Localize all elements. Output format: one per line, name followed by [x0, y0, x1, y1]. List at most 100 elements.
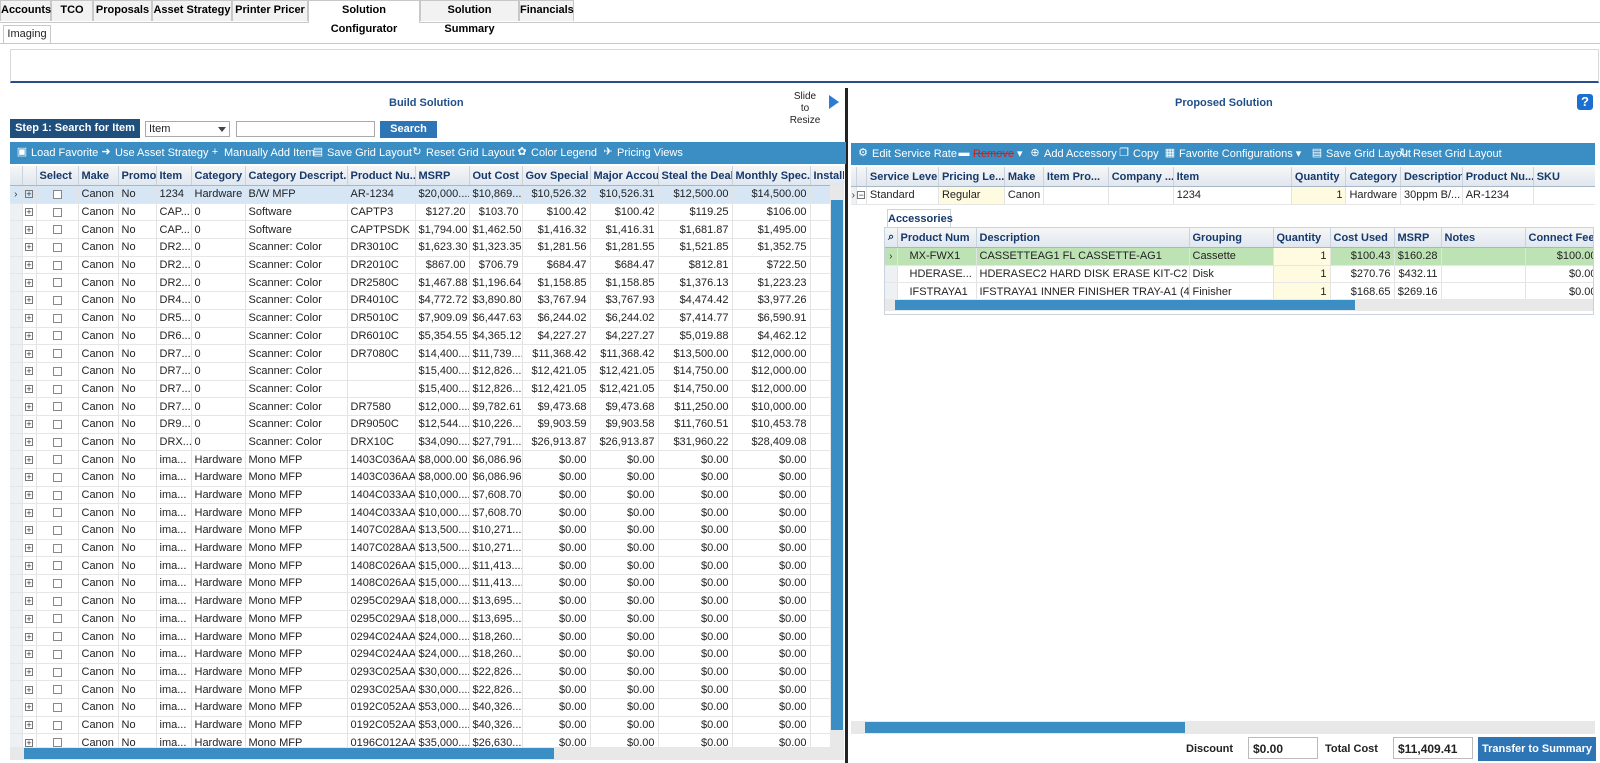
cell-steal-the-deal[interactable]: $0.00: [658, 556, 733, 576]
select-checkbox[interactable]: [36, 203, 79, 222]
cell-product-number[interactable]: [347, 380, 416, 399]
cell-out-cost[interactable]: $40,326....: [469, 716, 523, 735]
cell-out-cost[interactable]: $1,462.50: [469, 220, 523, 240]
col-header-quantity[interactable]: Quantity: [1291, 167, 1347, 187]
cell-gov-special[interactable]: $0.00: [522, 645, 591, 664]
cell-monthly-special[interactable]: $0.00: [732, 486, 811, 505]
cell-promo[interactable]: No: [118, 397, 157, 416]
select-checkbox[interactable]: [36, 610, 79, 629]
cell-out-cost[interactable]: $12,826....: [469, 380, 523, 399]
cell-monthly-special[interactable]: $0.00: [732, 503, 811, 523]
cell-description[interactable]: 30ppm B/...: [1400, 186, 1463, 205]
cell-out-cost[interactable]: $12,826....: [469, 362, 523, 381]
cell-msrp[interactable]: $30,000....: [415, 663, 470, 682]
tab-tco[interactable]: TCO: [51, 0, 93, 21]
acc-col-header-description[interactable]: Description: [976, 228, 1190, 248]
acc-cell-cost-used[interactable]: $100.43: [1330, 247, 1395, 266]
accessories-horizontal-scrollbar[interactable]: [885, 299, 1593, 311]
cell-monthly-special[interactable]: $0.00: [732, 716, 811, 735]
cell-steal-the-deal[interactable]: $0.00: [658, 450, 733, 469]
cell-item[interactable]: ima...: [156, 503, 192, 523]
select-checkbox[interactable]: [36, 468, 79, 487]
cell-category[interactable]: Hardware: [191, 610, 246, 629]
search-input[interactable]: [236, 121, 375, 137]
cell-out-cost[interactable]: $103.70: [469, 203, 523, 222]
cell-make[interactable]: Canon: [78, 238, 119, 257]
cell-item-program[interactable]: [1043, 186, 1109, 205]
cell-make[interactable]: Canon: [78, 203, 119, 222]
cell-make[interactable]: Canon: [78, 256, 119, 275]
build-grid-row[interactable]: + Canon No DRX... 0 Scanner: Color DRX10C $34,0…: [10, 433, 844, 452]
build-grid-row[interactable]: + Canon No DR4... 0 Scanner: Color DR4010C $4,7…: [10, 291, 844, 310]
build-grid-row[interactable]: + Canon No ima... Hardware Mono MFP 0196C012AA…: [10, 733, 844, 747]
cell-gov-special[interactable]: $12,421.05: [522, 362, 591, 381]
col-header-sku[interactable]: SKU: [1533, 167, 1595, 187]
select-checkbox[interactable]: [36, 663, 79, 682]
cell-product-number[interactable]: DR7580: [347, 397, 416, 416]
cell-category-description[interactable]: Mono MFP: [245, 556, 348, 576]
build-grid-row[interactable]: + Canon No ima... Hardware Mono MFP 1407C028AA…: [10, 521, 844, 540]
cell-msrp[interactable]: $1,623.30: [415, 238, 470, 257]
cell-make[interactable]: Canon: [78, 309, 119, 328]
cell-product-number[interactable]: 1407C028AA: [347, 539, 416, 558]
cell-msrp[interactable]: $1,794.00: [415, 220, 470, 240]
cell-msrp[interactable]: $1,467.88: [415, 273, 470, 293]
search-button[interactable]: Search: [380, 121, 437, 138]
search-type-select[interactable]: Item: [145, 121, 230, 137]
cell-out-cost[interactable]: $706.79: [469, 256, 523, 275]
cell-major-account[interactable]: $0.00: [590, 645, 659, 664]
save-grid-layout-button[interactable]: ▤ Save Grid Layout: [312, 146, 412, 160]
cell-gov-special[interactable]: $0.00: [522, 610, 591, 629]
cell-company[interactable]: [1108, 186, 1174, 205]
cell-category-description[interactable]: Software: [245, 220, 348, 240]
build-grid-row[interactable]: + Canon No DR2... 0 Scanner: Color DR2580C $1,4…: [10, 273, 844, 293]
cell-item[interactable]: ima...: [156, 592, 192, 611]
acc-cell-notes[interactable]: [1441, 282, 1526, 299]
cell-promo[interactable]: No: [118, 344, 157, 363]
accessory-row[interactable]: › MX-FWX1 CASSETTEAG1 FL CASSETTE-AG1 Casse…: [885, 247, 1593, 266]
build-grid-row[interactable]: + Canon No ima... Hardware Mono MFP 0294C024AA…: [10, 627, 844, 646]
acc-cell-grouping[interactable]: Disk: [1189, 265, 1274, 284]
cell-gov-special[interactable]: $0.00: [522, 556, 591, 576]
build-grid-row[interactable]: + Canon No DR5... 0 Scanner: Color DR5010C $7,9…: [10, 309, 844, 328]
cell-product-number[interactable]: 1408C026AA: [347, 556, 416, 576]
cell-category[interactable]: 0: [191, 291, 246, 310]
cell-category-description[interactable]: Scanner: Color: [245, 415, 348, 434]
cell-promo[interactable]: No: [118, 521, 157, 540]
cell-major-account[interactable]: $0.00: [590, 521, 659, 540]
cell-category[interactable]: 0: [191, 203, 246, 222]
cell-item[interactable]: ima...: [156, 627, 192, 646]
cell-make[interactable]: Canon: [1004, 186, 1044, 205]
cell-category-description[interactable]: Mono MFP: [245, 627, 348, 646]
favorite-configurations-button[interactable]: ▦ Favorite Configurations ▾: [1164, 147, 1302, 161]
select-checkbox[interactable]: [36, 238, 79, 257]
cell-item[interactable]: ima...: [156, 733, 192, 747]
expand-row-button[interactable]: +: [22, 256, 37, 275]
col-header-product-number[interactable]: Product Nu...: [347, 166, 416, 186]
cell-item[interactable]: DR7...: [156, 397, 192, 416]
select-checkbox[interactable]: [36, 539, 79, 558]
cell-steal-the-deal[interactable]: $14,750.00: [658, 380, 733, 399]
cell-promo[interactable]: No: [118, 663, 157, 682]
cell-out-cost[interactable]: $11,413....: [469, 556, 523, 576]
select-checkbox[interactable]: [36, 592, 79, 611]
cell-msrp[interactable]: $24,000....: [415, 645, 470, 664]
cell-major-account[interactable]: $100.42: [590, 203, 659, 222]
build-grid-row[interactable]: + Canon No ima... Hardware Mono MFP 1408C026AA…: [10, 574, 844, 593]
color-legend-button[interactable]: ✿ Color Legend: [516, 146, 597, 160]
cell-item[interactable]: 1234: [156, 185, 192, 204]
select-checkbox[interactable]: [36, 574, 79, 593]
expand-row-button[interactable]: +: [22, 556, 37, 576]
cell-major-account[interactable]: $12,421.05: [590, 362, 659, 381]
cell-category[interactable]: 0: [191, 344, 246, 363]
cell-steal-the-deal[interactable]: $13,500.00: [658, 344, 733, 363]
cell-msrp[interactable]: $12,544....: [415, 415, 470, 434]
cell-make[interactable]: Canon: [78, 733, 119, 747]
cell-promo[interactable]: No: [118, 220, 157, 240]
cell-category-description[interactable]: Scanner: Color: [245, 433, 348, 452]
cell-item[interactable]: ima...: [156, 716, 192, 735]
cell-steal-the-deal[interactable]: $0.00: [658, 468, 733, 487]
select-checkbox[interactable]: [36, 344, 79, 363]
build-grid-row[interactable]: + Canon No ima... Hardware Mono MFP 1408C026AA…: [10, 556, 844, 576]
cell-sku[interactable]: [1533, 186, 1595, 205]
